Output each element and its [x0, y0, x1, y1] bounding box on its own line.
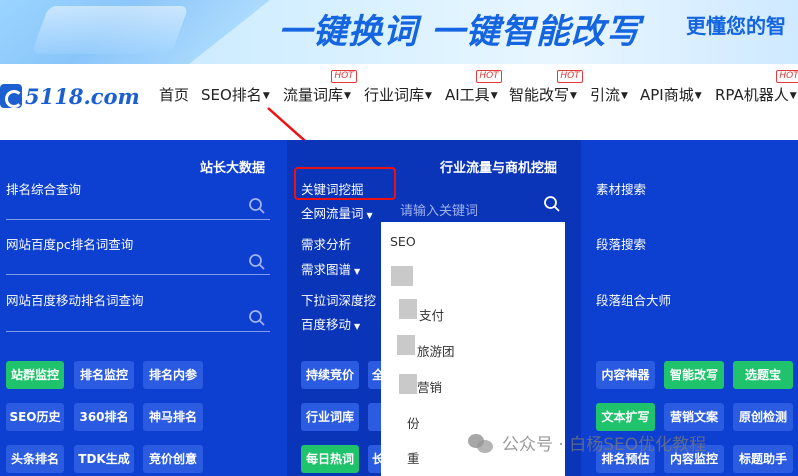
btn-360-rank[interactable]: 360排名: [74, 403, 134, 431]
chevron-down-icon: ▼: [354, 322, 361, 331]
redacted-block: [391, 266, 413, 286]
btn-original-check[interactable]: 原创检测: [733, 403, 793, 431]
query-baidu-pc[interactable]: 网站百度pc排名词查询: [6, 234, 133, 253]
baidu-mobile-dropdown[interactable]: 百度移动 ▼: [301, 314, 360, 333]
banner-subtitle: 更懂您的智: [686, 14, 786, 38]
demand-map-dropdown[interactable]: 需求图谱 ▼: [301, 259, 360, 278]
suggestion-item[interactable]: 营销: [417, 377, 442, 396]
btn-smart-rewrite[interactable]: 智能改写: [664, 361, 724, 389]
btn-tdk-generate[interactable]: TDK生成: [74, 445, 134, 473]
btn-site-group-monitor[interactable]: 站群监控: [6, 361, 64, 389]
redacted-block: [399, 299, 417, 319]
query-rank-overall[interactable]: 排名综合查询: [6, 179, 81, 198]
redacted-block: [397, 335, 415, 355]
hot-badge: HOT: [476, 70, 502, 83]
query-baidu-mobile[interactable]: 网站百度移动排名词查询: [6, 290, 144, 309]
btn-marketing-copy[interactable]: 营销文案: [664, 403, 724, 431]
btn-rank-insider[interactable]: 排名内参: [143, 361, 203, 389]
nav-item-home[interactable]: 首页: [159, 84, 189, 105]
btn-toutiao-rank[interactable]: 头条排名: [6, 445, 64, 473]
chevron-down-icon: ▼: [694, 90, 702, 101]
btn-seo-history[interactable]: SEO历史: [6, 403, 64, 431]
suggestion-item[interactable]: SEO: [390, 234, 416, 249]
keyword-input[interactable]: 请输入关键词: [400, 200, 478, 219]
btn-topic-treasure[interactable]: 选题宝: [733, 361, 793, 389]
suggestion-item[interactable]: 旅游团: [417, 341, 455, 360]
left-header: 站长大数据: [200, 161, 266, 176]
material-search[interactable]: 素材搜索: [596, 179, 646, 198]
nav-item-ai-tools[interactable]: AI工具▼: [445, 84, 498, 105]
paragraph-combo-master[interactable]: 段落组合大师: [596, 290, 671, 309]
btn-content-tool[interactable]: 内容神器: [596, 361, 655, 389]
btn-continuous-bid[interactable]: 持续竞价: [301, 361, 359, 389]
scope-dropdown[interactable]: 全网流量词 ▼: [301, 203, 373, 222]
query-input-line[interactable]: [6, 331, 270, 332]
nav-item-seo-rank[interactable]: SEO排名▼: [201, 84, 270, 105]
search-icon[interactable]: [248, 197, 266, 215]
middle-header: 行业流量与商机挖掘: [440, 161, 558, 176]
wechat-icon: [468, 432, 494, 454]
query-input-line[interactable]: [6, 274, 270, 275]
chevron-down-icon: ▼: [621, 90, 628, 101]
search-icon[interactable]: [248, 309, 266, 327]
btn-title-assistant[interactable]: 标题助手: [733, 445, 793, 473]
logo-text: 5118.com: [25, 83, 140, 109]
demand-analysis-label[interactable]: 需求分析: [301, 234, 351, 253]
site-logo[interactable]: 5118.com: [0, 82, 140, 110]
btn-bid-creative[interactable]: 竞价创意: [143, 445, 203, 473]
btn-shenma-rank[interactable]: 神马排名: [143, 403, 203, 431]
btn-text-expand[interactable]: 文本扩写: [596, 403, 655, 431]
suggestion-item[interactable]: 支付: [419, 305, 444, 324]
nav-item-smart-rewrite[interactable]: 智能改写▼: [509, 84, 577, 105]
hot-badge: HOT: [331, 70, 357, 83]
search-icon[interactable]: [543, 195, 561, 213]
search-icon[interactable]: [248, 253, 266, 271]
dropdown-dig-label[interactable]: 下拉词深度挖: [301, 290, 376, 309]
paragraph-search[interactable]: 段落搜索: [596, 234, 646, 253]
logo-mark-icon: [0, 84, 23, 108]
banner-title: 一键换词 一键智能改写: [278, 12, 641, 52]
suggestion-item[interactable]: 份: [407, 413, 420, 432]
btn-daily-hot[interactable]: 每日热词: [301, 445, 359, 473]
nav-item-industry-words[interactable]: 行业词库▼: [364, 84, 432, 105]
nav-item-traffic-words[interactable]: 流量词库▼: [283, 84, 351, 105]
chevron-down-icon: ▼: [344, 90, 351, 101]
highlight-box: [294, 167, 396, 200]
hot-badge: HOT: [557, 70, 583, 83]
chevron-down-icon: ▼: [490, 90, 498, 101]
chevron-down-icon: ▼: [789, 90, 797, 101]
query-input-line[interactable]: [6, 219, 270, 220]
chevron-down-icon: ▼: [354, 267, 361, 276]
top-banner[interactable]: 一键换词 一键智能改写 更懂您的智: [0, 0, 798, 64]
suggestion-item[interactable]: 重: [407, 448, 420, 467]
hot-badge: HOT: [776, 70, 798, 83]
redacted-block: [399, 374, 417, 394]
watermark: 公众号 · 白杨SEO优化教程: [468, 430, 706, 455]
nav-item-rpa[interactable]: RPA机器人▼: [715, 84, 797, 105]
banner-graphic-card: [31, 6, 189, 54]
chevron-down-icon: ▼: [425, 90, 432, 101]
chevron-down-icon: ▼: [262, 90, 270, 101]
chevron-down-icon: ▼: [366, 211, 373, 220]
btn-rank-monitor[interactable]: 排名监控: [74, 361, 134, 389]
nav-item-traffic[interactable]: 引流▼: [590, 84, 628, 105]
nav-item-api-store[interactable]: API商城▼: [640, 84, 702, 105]
chevron-down-icon: ▼: [570, 90, 577, 101]
btn-industry-words[interactable]: 行业词库: [301, 403, 359, 431]
